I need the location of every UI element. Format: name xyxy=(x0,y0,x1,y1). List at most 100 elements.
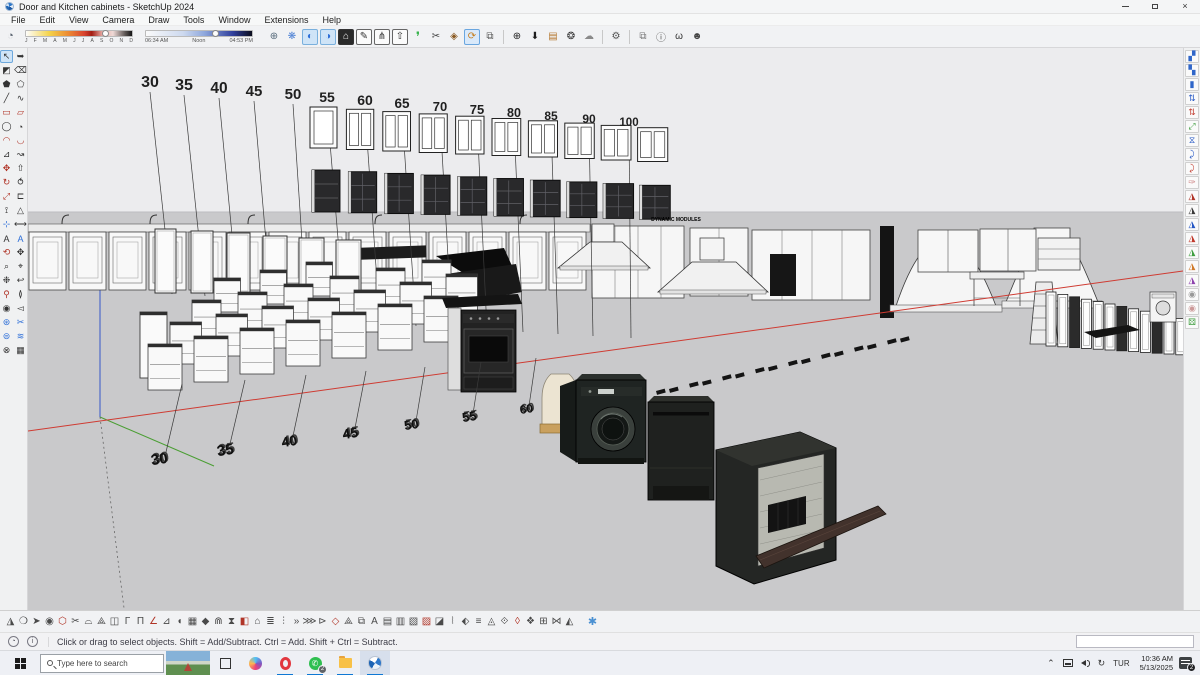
clip-icon[interactable]: ✂ xyxy=(428,29,444,45)
pyramid-purple-icon[interactable]: ◮ xyxy=(1185,274,1199,287)
curve-red-icon[interactable]: ⤸ xyxy=(1185,162,1199,175)
eraser-tool-icon[interactable]: ◩ xyxy=(0,64,13,77)
menu-file[interactable]: File xyxy=(4,15,33,25)
shopping-cart-icon[interactable]: ω xyxy=(671,29,687,45)
plugin-icon-33[interactable]: ▨ xyxy=(420,614,433,629)
protractor-tool-icon[interactable]: △ xyxy=(14,204,27,217)
minimize-button[interactable] xyxy=(1110,0,1140,14)
plugin-icon-20[interactable]: ⌂ xyxy=(251,614,264,629)
restore-button[interactable] xyxy=(1140,0,1170,14)
lock-icon[interactable]: ◉ xyxy=(1185,302,1199,315)
section-display-tool-icon[interactable]: ≋ xyxy=(14,330,27,343)
plugin-icon-6[interactable]: ✂ xyxy=(69,614,82,629)
plugin-icon-24[interactable]: ⋙ xyxy=(303,614,316,629)
plugin-icon-43[interactable]: ⋈ xyxy=(550,614,563,629)
rotate-tool-icon[interactable]: ↻ xyxy=(0,176,13,189)
plugin-icon-19[interactable]: ◧ xyxy=(238,614,251,629)
3d-viewport[interactable]: 30354045505560657075808590100DYNAMIC MOD… xyxy=(28,48,1183,610)
add-circle-icon[interactable]: ⊕ xyxy=(509,29,525,45)
toggle-scenes-icon[interactable]: ◑ xyxy=(320,29,336,45)
previous-view-tool-icon[interactable]: ↩ xyxy=(14,274,27,287)
model-view[interactable]: 30354045505560657075808590100DYNAMIC MOD… xyxy=(28,48,1183,610)
plugin-icon-9[interactable]: ◫ xyxy=(108,614,121,629)
plugin-icon-23[interactable]: » xyxy=(290,614,303,629)
home-icon[interactable]: ⌂ xyxy=(338,29,354,45)
geolocation-icon[interactable]: ◔ xyxy=(8,636,19,647)
zoom-tool-icon[interactable]: ⌕ xyxy=(0,260,13,273)
pyramid-orange-icon[interactable]: ◮ xyxy=(1185,260,1199,273)
pyramid-green-icon[interactable]: ◮ xyxy=(1185,246,1199,259)
plugin-icon-37[interactable]: ≡ xyxy=(472,614,485,629)
shadow-time-slider[interactable]: 06:34 AM Noon 04:53 PM xyxy=(145,30,253,44)
copilot-button[interactable] xyxy=(240,651,270,675)
dice-icon[interactable]: ⚄ xyxy=(1185,316,1199,329)
zoom-extents-tool-icon[interactable]: ❉ xyxy=(0,274,13,287)
share-icon[interactable]: ✎ xyxy=(356,29,372,45)
shape-tool-icon[interactable]: ⬠ xyxy=(14,78,27,91)
arrows-updown-blue-icon[interactable]: ⇅ xyxy=(1185,92,1199,105)
gear-icon[interactable]: ⚙ xyxy=(608,29,624,45)
info-circle-icon[interactable]: ⓘ xyxy=(653,29,669,45)
plugin-icon-11[interactable]: Π xyxy=(134,614,147,629)
plugin-icon-39[interactable]: ⟐ xyxy=(498,614,511,629)
plugin-icon-5[interactable]: ⬡ xyxy=(56,614,69,629)
scale-tool-icon[interactable]: ⤢ xyxy=(0,190,13,203)
menu-tools[interactable]: Tools xyxy=(176,15,211,25)
task-view-button[interactable] xyxy=(210,651,240,675)
push-pull-tool-icon[interactable]: ⇧ xyxy=(14,162,27,175)
shadow-toggle-icon[interactable]: ◔ xyxy=(4,30,17,43)
plugin-icon-38[interactable]: ◬ xyxy=(485,614,498,629)
plugin-icon-18[interactable]: ⧗ xyxy=(225,614,238,629)
plugin-icon-2[interactable]: ❍ xyxy=(17,614,30,629)
plugin-icon-14[interactable]: ◖ xyxy=(173,614,186,629)
look-around-tool-icon[interactable]: ◉ xyxy=(0,302,13,315)
measurements-input[interactable] xyxy=(1076,635,1194,648)
notification-center-icon[interactable]: 2 xyxy=(1179,657,1192,669)
pyramid-blue-icon[interactable]: ◮ xyxy=(1185,218,1199,231)
menu-camera[interactable]: Camera xyxy=(95,15,141,25)
select-tool-icon[interactable]: ↖ xyxy=(0,50,13,63)
menu-edit[interactable]: Edit xyxy=(33,15,63,25)
cloud-icon[interactable]: ☁ xyxy=(581,29,597,45)
sync-icon[interactable]: ↻ xyxy=(1098,658,1106,669)
month-slider-knob[interactable] xyxy=(102,30,109,37)
terrain-icon-1[interactable]: ▞ xyxy=(1185,50,1199,63)
palette-icon[interactable]: ▤ xyxy=(545,29,561,45)
tray-expand-icon[interactable]: ⌃ xyxy=(1047,658,1055,669)
dimension-tool-icon[interactable]: ⟷ xyxy=(14,218,27,231)
start-button[interactable] xyxy=(0,651,40,675)
plugin-icon-32[interactable]: ▧ xyxy=(407,614,420,629)
plugin-icon-4[interactable]: ◉ xyxy=(43,614,56,629)
paste-icon[interactable]: ⧉ xyxy=(482,29,498,45)
help-info-icon[interactable]: i xyxy=(27,636,38,647)
volume-icon[interactable] xyxy=(1081,660,1090,667)
plugin-icon-28[interactable]: ⧉ xyxy=(355,614,368,629)
plugin-icon-25[interactable]: ⊳ xyxy=(316,614,329,629)
license-icon[interactable]: ✱ xyxy=(586,614,599,629)
3d-text-tool-icon[interactable]: A xyxy=(14,232,27,245)
plugin-icon-27[interactable]: ⟁ xyxy=(342,614,355,629)
arrows-updown-red-icon[interactable]: ⇅ xyxy=(1185,106,1199,119)
shadow-month-slider[interactable]: JFMAMJJASOND xyxy=(25,30,133,44)
style-gear-icon[interactable]: ❋ xyxy=(284,29,300,45)
plugin-icon-3[interactable]: ➤ xyxy=(30,614,43,629)
plugin-icon-10[interactable]: Γ xyxy=(121,614,134,629)
time-slider-knob[interactable] xyxy=(212,30,219,37)
pyramid-red-icon[interactable]: ◮ xyxy=(1185,190,1199,203)
shield-icon[interactable]: ◉ xyxy=(1185,288,1199,301)
hierarchy-icon[interactable]: ⋔ xyxy=(374,29,390,45)
plugin-icon-31[interactable]: ▥ xyxy=(394,614,407,629)
paint-tool-icon[interactable]: ⬟ xyxy=(0,78,13,91)
plugin-icon-22[interactable]: ⫶ xyxy=(277,614,290,629)
plugin-icon-44[interactable]: ◭ xyxy=(563,614,576,629)
warehouse-icon[interactable]: ◈ xyxy=(446,29,462,45)
position-camera-tool-icon[interactable]: ⚲ xyxy=(0,288,13,301)
extension-flower-icon[interactable]: ❂ xyxy=(563,29,579,45)
network-icon[interactable] xyxy=(1063,659,1073,667)
terrain-icon-2[interactable]: ▚ xyxy=(1185,64,1199,77)
plugin-icon-41[interactable]: ❖ xyxy=(524,614,537,629)
taskbar-search[interactable]: Type here to search xyxy=(40,654,164,673)
account-icon[interactable]: ☻ xyxy=(689,29,705,45)
sketchup-task-button[interactable] xyxy=(360,651,390,675)
clock[interactable]: 10:36 AM 5/13/2025 xyxy=(1140,654,1173,672)
